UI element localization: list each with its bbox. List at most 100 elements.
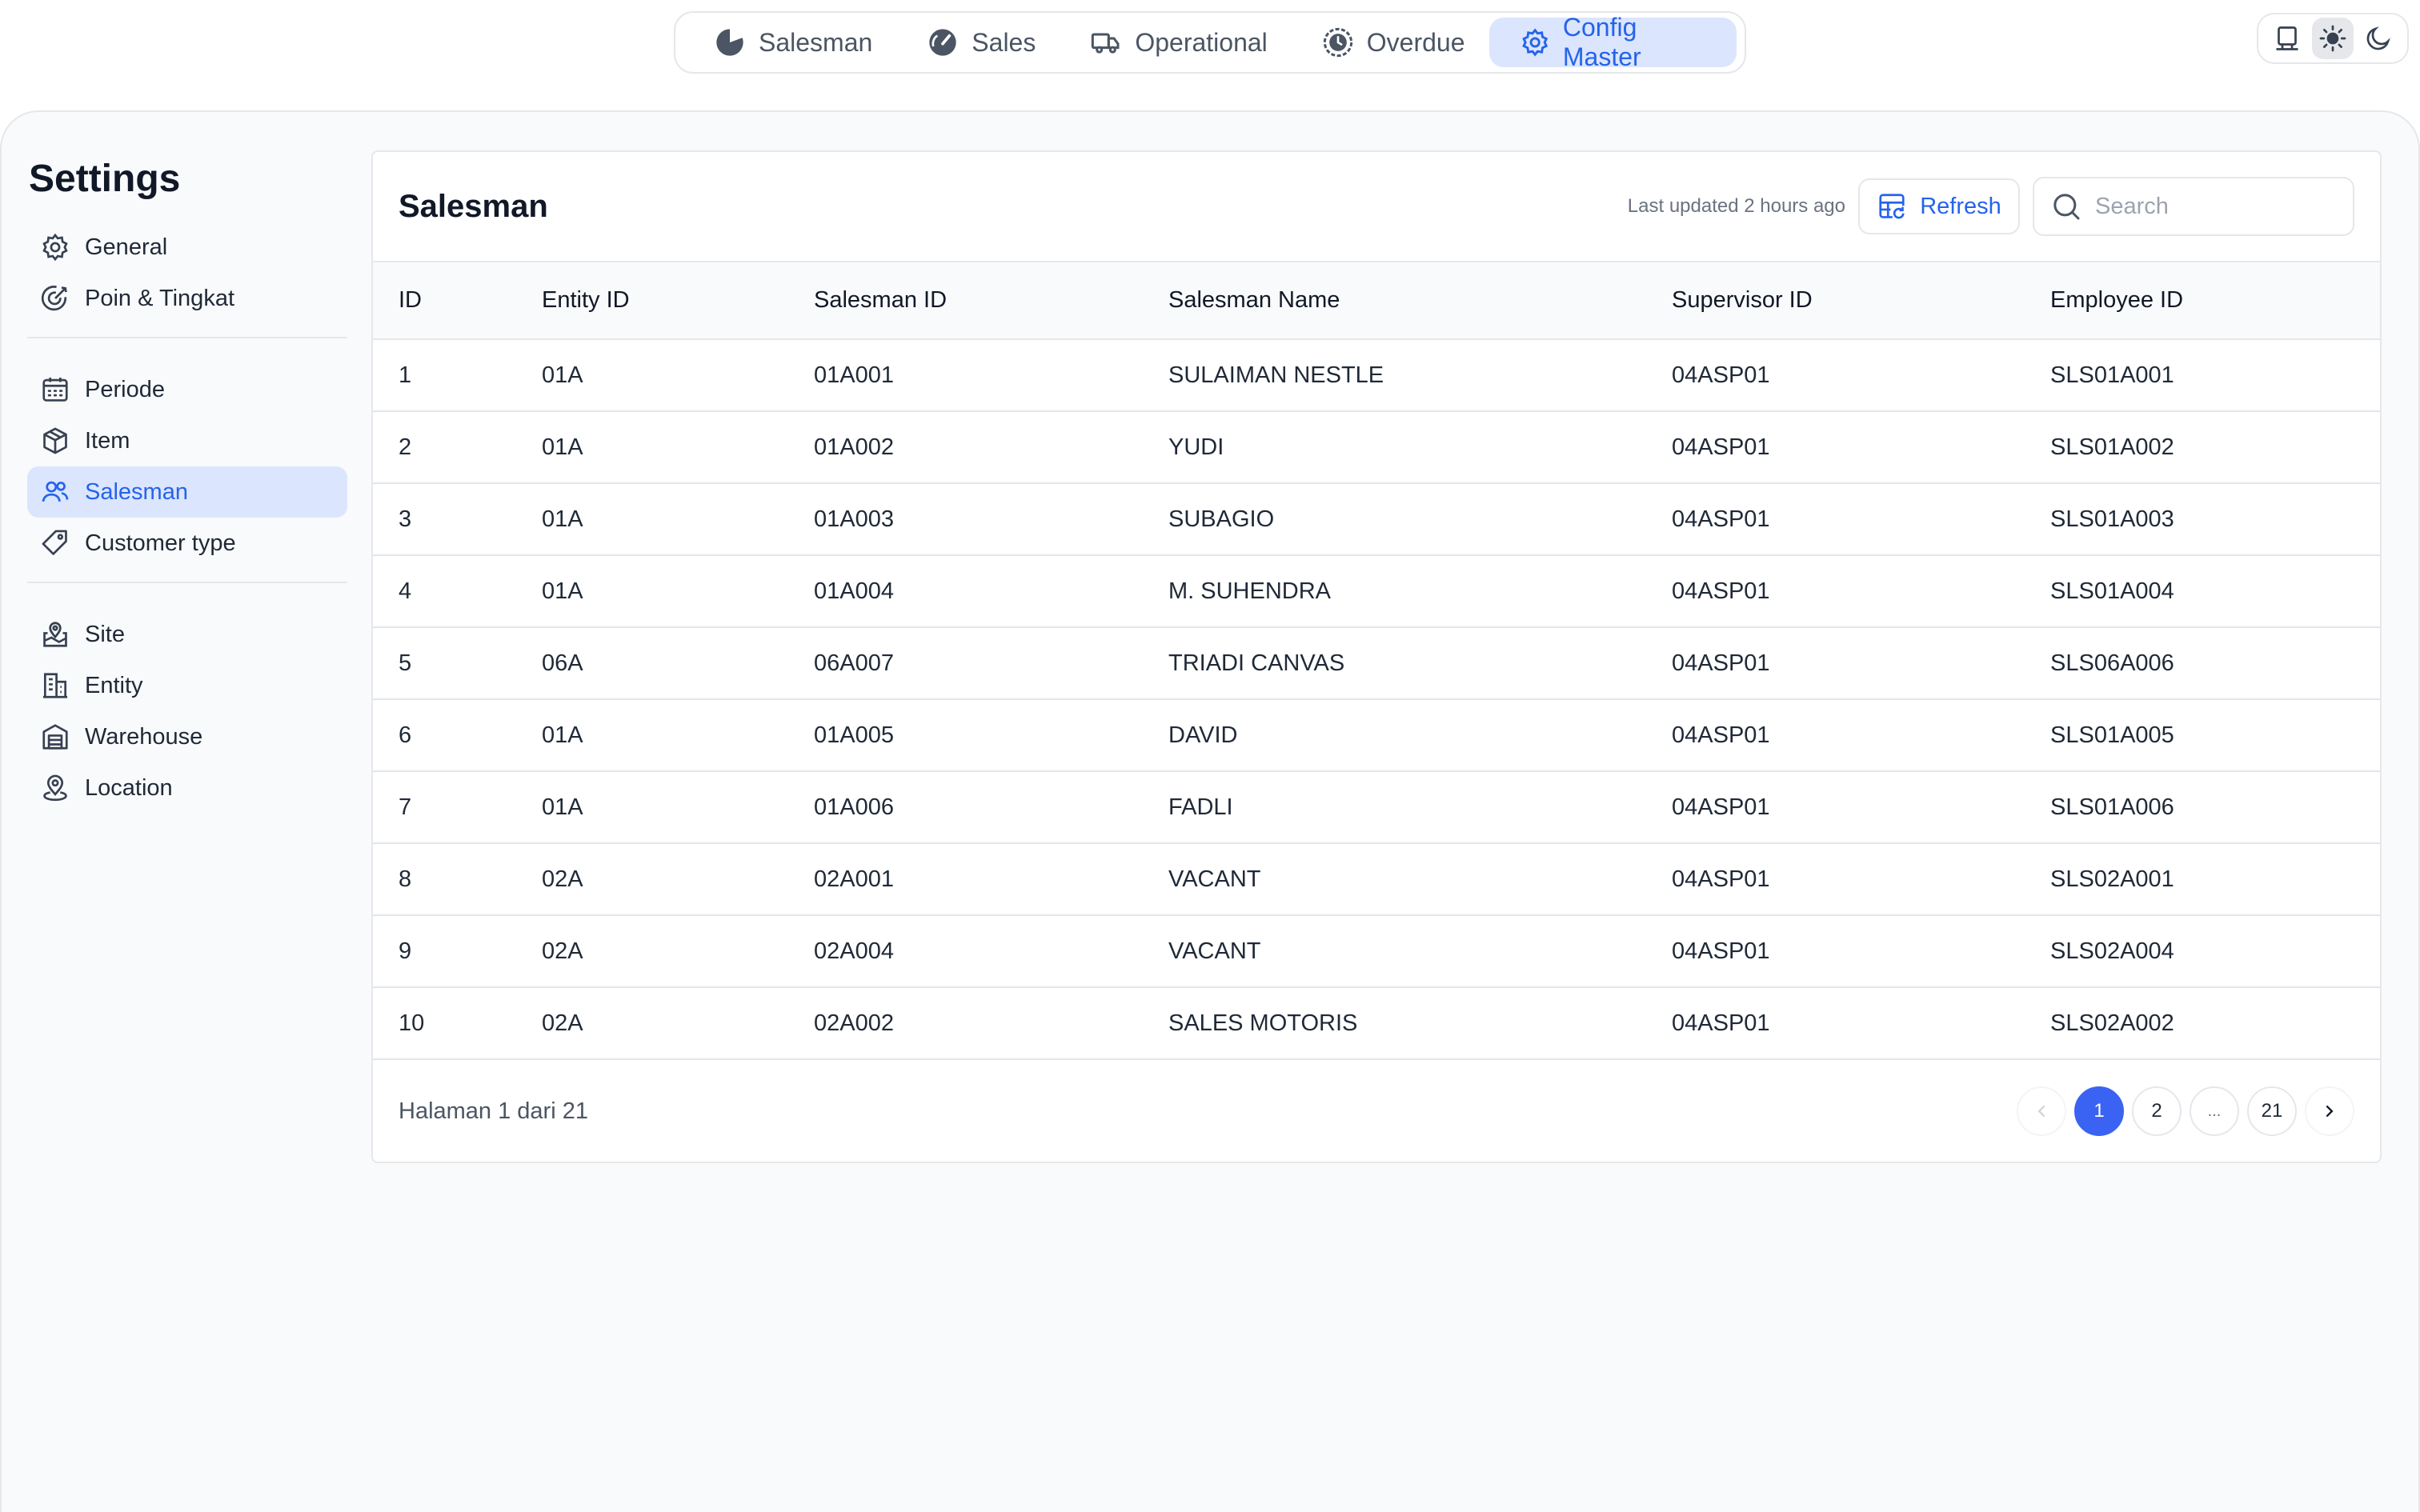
search-box[interactable] — [2033, 177, 2354, 236]
table-body: 1 01A 01A001 SULAIMAN NESTLE 04ASP01 SLS01A00… — [373, 339, 2380, 1059]
sidebar-item-salesman[interactable]: Salesman — [27, 466, 347, 518]
table-cell: 01A006 — [814, 794, 894, 820]
refresh-button-label: Refresh — [1920, 193, 2001, 219]
tab-salesman[interactable]: Salesman — [683, 18, 893, 67]
table-row[interactable]: 5 06A 06A007 TRIADI CANVAS 04ASP01 SLS06A006 — [373, 627, 2380, 699]
table-cell: 8 — [399, 866, 412, 892]
table-row[interactable]: 3 01A 01A003 SUBAGIO 04ASP01 SLS01A003 — [373, 483, 2380, 555]
table-cell: 01A002 — [814, 434, 894, 460]
table-row[interactable]: 1 01A 01A001 SULAIMAN NESTLE 04ASP01 SLS01A00… — [373, 339, 2380, 411]
sidebar-item-label: Item — [85, 427, 130, 454]
table-cell: 4 — [399, 578, 412, 604]
table-cell: 02A002 — [814, 1010, 894, 1036]
table-cell: 04ASP01 — [1672, 722, 1770, 748]
sidebar-item-label: Salesman — [85, 478, 188, 505]
refresh-button[interactable]: Refresh — [1858, 178, 2020, 234]
table-row[interactable]: 2 01A 01A002 YUDI 04ASP01 SLS01A002 — [373, 411, 2380, 483]
table-row[interactable]: 10 02A 02A002 SALES MOTORIS 04ASP01 SLS02A002 — [373, 987, 2380, 1059]
dark-theme-button[interactable] — [2358, 18, 2399, 59]
sidebar-item-label: Periode — [85, 376, 165, 402]
table-cell: SLS02A002 — [2050, 1010, 2174, 1036]
table-cell: DAVID — [1168, 722, 1238, 748]
sidebar-item-customer-type[interactable]: Customer type — [27, 518, 347, 569]
table-row[interactable]: 6 01A 01A005 DAVID 04ASP01 SLS01A005 — [373, 699, 2380, 771]
table-cell: 5 — [399, 650, 412, 676]
column-header-supervisor-id[interactable]: Supervisor ID — [1646, 262, 2025, 339]
sidebar-item-entity[interactable]: Entity — [27, 660, 347, 711]
prev-page-button[interactable] — [2017, 1086, 2066, 1136]
sidebar-item-item[interactable]: Item — [27, 415, 347, 466]
settings-sidebar: Settings General Poin & Tingkat Periode … — [27, 157, 347, 814]
search-input[interactable] — [2095, 193, 2351, 220]
sidebar-item-label: Poin & Tingkat — [85, 285, 234, 311]
clock-icon — [1323, 27, 1352, 58]
table-cell: SUBAGIO — [1168, 506, 1275, 532]
table-cell: 04ASP01 — [1672, 506, 1770, 532]
table-cell: 02A004 — [814, 938, 894, 964]
sun-icon — [2319, 25, 2346, 52]
pagination: 1 2 ... 21 — [2017, 1086, 2354, 1136]
building-icon — [42, 673, 68, 698]
table-row[interactable]: 8 02A 02A001 VACANT 04ASP01 SLS02A001 — [373, 843, 2380, 915]
column-header-entity-id[interactable]: Entity ID — [516, 262, 788, 339]
sidebar-item-warehouse[interactable]: Warehouse — [27, 711, 347, 762]
column-header-salesman-id[interactable]: Salesman ID — [788, 262, 1143, 339]
sidebar-divider — [27, 337, 347, 338]
table-header-row: ID Entity ID Salesman ID Salesman Name S… — [373, 262, 2380, 339]
table-cell: SLS01A003 — [2050, 506, 2174, 532]
table-cell: SLS01A004 — [2050, 578, 2174, 604]
table-cell: 01A003 — [814, 506, 894, 532]
target-icon — [41, 286, 67, 311]
tag-icon — [42, 530, 67, 555]
tab-config-master[interactable]: Config Master — [1488, 13, 1737, 71]
table-cell: SLS02A004 — [2050, 938, 2174, 964]
table-cell: 02A — [542, 938, 583, 964]
table-row[interactable]: 9 02A 02A004 VACANT 04ASP01 SLS02A004 — [373, 915, 2380, 987]
page-button-1[interactable]: 1 — [2074, 1086, 2124, 1136]
table-cell: 3 — [399, 506, 412, 532]
table-cell: 01A005 — [814, 722, 894, 748]
tab-sales[interactable]: Sales — [896, 18, 1056, 67]
table-cell: 01A — [542, 794, 583, 820]
page-button-2[interactable]: 2 — [2132, 1086, 2182, 1136]
sidebar-item-periode[interactable]: Periode — [27, 364, 347, 415]
table-cell: SLS06A006 — [2050, 650, 2174, 676]
table-cell: 01A004 — [814, 578, 894, 604]
table-row[interactable]: 4 01A 01A004 M. SUHENDRA 04ASP01 SLS01A004 — [373, 555, 2380, 627]
tab-sales-label: Sales — [972, 27, 1036, 57]
table-cell: 01A — [542, 578, 583, 604]
system-theme-button[interactable] — [2266, 18, 2308, 59]
column-header-id[interactable]: ID — [373, 262, 516, 339]
page-ellipsis[interactable]: ... — [2190, 1086, 2239, 1136]
top-nav: Salesman Sales Operational Overdue Confi… — [674, 11, 1746, 74]
table-cell: FADLI — [1168, 794, 1233, 820]
table-cell: YUDI — [1168, 434, 1224, 460]
table-cell: 04ASP01 — [1672, 866, 1770, 892]
sidebar-item-poin-tingkat[interactable]: Poin & Tingkat — [27, 273, 347, 324]
search-icon — [2053, 194, 2080, 220]
tab-operational[interactable]: Operational — [1060, 18, 1288, 67]
tab-overdue[interactable]: Overdue — [1292, 18, 1486, 67]
tab-operational-label: Operational — [1135, 27, 1268, 57]
sidebar-item-location[interactable]: Location — [27, 762, 347, 814]
column-header-salesman-name[interactable]: Salesman Name — [1143, 262, 1646, 339]
page-button-21[interactable]: 21 — [2247, 1086, 2297, 1136]
system-icon — [2276, 26, 2298, 50]
sidebar-item-general[interactable]: General — [27, 222, 347, 273]
table-cell: 06A007 — [814, 650, 894, 676]
light-theme-button[interactable] — [2311, 18, 2354, 59]
card-footer: Halaman 1 dari 21 1 2 ... 21 — [373, 1060, 2380, 1162]
calendar-icon — [42, 377, 68, 402]
table-cell: SALES MOTORIS — [1168, 1010, 1358, 1036]
table-cell: VACANT — [1168, 938, 1261, 964]
sidebar-divider — [27, 582, 347, 583]
sidebar-item-site[interactable]: Site — [27, 609, 347, 660]
next-page-button[interactable] — [2305, 1086, 2354, 1136]
table-cell: 01A — [542, 722, 583, 748]
column-header-employee-id[interactable]: Employee ID — [2025, 262, 2380, 339]
table-cell: 01A001 — [814, 362, 894, 388]
table-row[interactable]: 7 01A 01A006 FADLI 04ASP01 SLS01A006 — [373, 771, 2380, 843]
table-cell: 02A001 — [814, 866, 894, 892]
sidebar-item-label: Entity — [85, 672, 143, 698]
table-cell: 10 — [399, 1010, 425, 1036]
